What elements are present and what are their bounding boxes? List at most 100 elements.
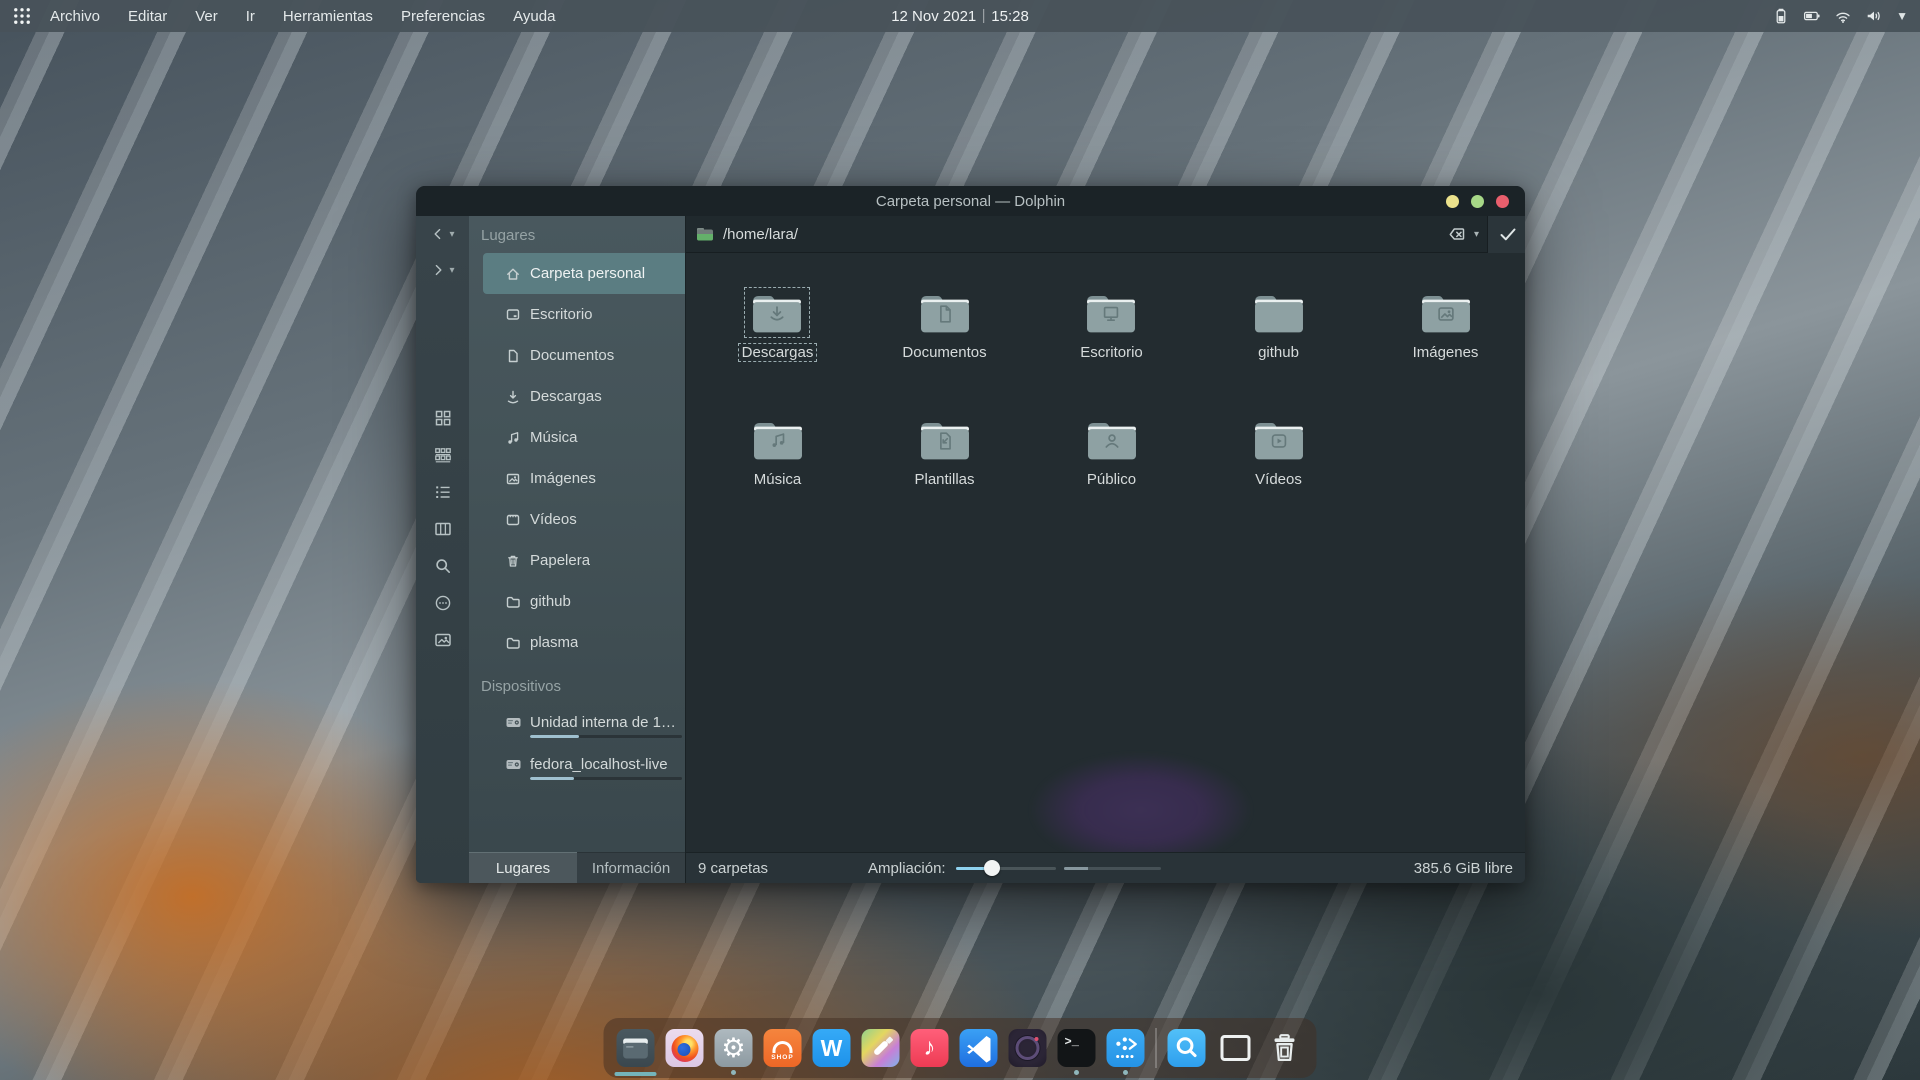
battery-icon[interactable]: [1772, 7, 1790, 25]
keyboard-battery-icon[interactable]: [1803, 7, 1821, 25]
folder-item-documentos[interactable]: Documentos: [899, 289, 989, 361]
dock-item-paint[interactable]: [862, 1029, 900, 1067]
forward-button[interactable]: ▾: [416, 252, 469, 288]
dock-item-music-player[interactable]: ♪: [911, 1029, 949, 1067]
sidebar-item-papelera[interactable]: Papelera: [483, 540, 685, 581]
clock-date: 12 Nov 2021: [891, 8, 976, 25]
forward-history-caret-icon[interactable]: ▾: [449, 265, 454, 276]
download-icon: [505, 389, 521, 405]
sidebar-item-carpeta-personal[interactable]: Carpeta personal: [483, 253, 685, 294]
folder-item-musica[interactable]: Música: [747, 416, 809, 488]
image-icon: [505, 471, 521, 487]
volume-icon[interactable]: [1865, 7, 1883, 25]
image-icon: [1435, 303, 1457, 325]
close-button[interactable]: [1496, 195, 1509, 208]
sidebar-device-fedora-live[interactable]: fedora_localhost-live: [483, 747, 685, 789]
folder-item-videos[interactable]: Vídeos: [1248, 416, 1310, 488]
dock-item-messenger[interactable]: [1107, 1029, 1145, 1067]
sidebar-item-musica[interactable]: Música: [483, 417, 685, 458]
titlebar[interactable]: Carpeta personal — Dolphin: [416, 186, 1525, 216]
paint-brush-icon: [872, 1040, 888, 1056]
location-path[interactable]: /home/lara/: [723, 226, 798, 243]
search-icon[interactable]: [433, 556, 453, 576]
compact-view-icon[interactable]: [433, 445, 453, 465]
location-dropdown-icon[interactable]: ▾: [1474, 229, 1479, 240]
dock-item-show-desktop[interactable]: [1217, 1029, 1255, 1067]
running-indicator: [1074, 1070, 1079, 1075]
dock-item-media-player[interactable]: [1009, 1029, 1047, 1067]
folder-mini-icon: [696, 227, 714, 242]
dock-item-vscode[interactable]: [960, 1029, 998, 1067]
chevron-down-icon[interactable]: ▼: [1896, 9, 1908, 23]
dock-item-terminal[interactable]: >_: [1058, 1029, 1096, 1067]
tab-informacion[interactable]: Información: [577, 852, 685, 883]
more-options-icon[interactable]: [433, 593, 453, 613]
back-history-caret-icon[interactable]: ▾: [449, 229, 454, 240]
menu-ver[interactable]: Ver: [195, 8, 218, 25]
preview-icon[interactable]: [433, 630, 453, 650]
dock-item-file-manager[interactable]: [617, 1029, 655, 1067]
folder-icon: [505, 594, 521, 610]
sidebar-item-descargas[interactable]: Descargas: [483, 376, 685, 417]
folder-item-escritorio[interactable]: Escritorio: [1077, 289, 1146, 361]
clock-time: 15:28: [991, 8, 1029, 25]
dolphin-window: Carpeta personal — Dolphin ▾ ▾: [416, 186, 1525, 883]
split-view-icon[interactable]: [433, 519, 453, 539]
wifi-icon[interactable]: [1834, 7, 1852, 25]
back-button[interactable]: ▾: [416, 216, 469, 252]
sidebar-device-internal-drive[interactable]: Unidad interna de 1…: [483, 705, 685, 747]
folder-item-plantillas[interactable]: Plantillas: [911, 416, 977, 488]
music-icon: [505, 430, 521, 446]
window-controls: [1446, 186, 1509, 216]
minimize-button[interactable]: [1446, 195, 1459, 208]
menu-editar[interactable]: Editar: [128, 8, 167, 25]
dock-item-settings[interactable]: ⚙: [715, 1029, 753, 1067]
dock: ⚙ SHOP W ♪ >_: [604, 1018, 1317, 1078]
folder-item-github[interactable]: github: [1248, 289, 1310, 361]
vscode-icon: [963, 1032, 995, 1064]
dock-item-firefox[interactable]: [666, 1029, 704, 1067]
folder-item-descargas[interactable]: Descargas: [739, 289, 817, 361]
sidebar-item-github[interactable]: github: [483, 581, 685, 622]
icons-view-icon[interactable]: [433, 408, 453, 428]
folder-item-imagenes[interactable]: Imágenes: [1410, 289, 1482, 361]
chevron-right-icon: [430, 262, 446, 278]
details-view-icon[interactable]: [433, 482, 453, 502]
menu-preferencias[interactable]: Preferencias: [401, 8, 485, 25]
places-panel: Lugares Carpeta personal Escritorio Docu…: [469, 216, 686, 883]
clear-location-icon[interactable]: [1446, 224, 1466, 244]
desktop-icon: [1100, 303, 1122, 325]
sidebar-item-imagenes[interactable]: Imágenes: [483, 458, 685, 499]
dock-item-writer[interactable]: W: [813, 1029, 851, 1067]
sidebar-item-plasma[interactable]: plasma: [483, 622, 685, 663]
zoom-slider[interactable]: [956, 860, 1056, 876]
zoom-slider-handle[interactable]: [984, 860, 1000, 876]
hard-drive-icon: [505, 756, 522, 773]
shopping-bag-icon: [773, 1041, 793, 1053]
side-toolbar: ▾ ▾: [416, 216, 469, 883]
folder-item-publico[interactable]: Público: [1081, 416, 1143, 488]
maximize-button[interactable]: [1471, 195, 1484, 208]
dock-item-search[interactable]: [1168, 1029, 1206, 1067]
hard-drive-icon: [505, 714, 522, 731]
free-space-text: 385.6 GiB libre: [1414, 860, 1513, 877]
capacity-bar: [530, 777, 682, 780]
dock-item-shop[interactable]: SHOP: [764, 1029, 802, 1067]
sidebar-item-videos[interactable]: Vídeos: [483, 499, 685, 540]
sidebar-item-escritorio[interactable]: Escritorio: [483, 294, 685, 335]
clock[interactable]: 12 Nov 2021 15:28: [891, 8, 1029, 25]
folder-icon: [1248, 289, 1310, 336]
location-bar[interactable]: /home/lara/ ▾: [686, 216, 1525, 253]
tab-lugares[interactable]: Lugares: [469, 852, 577, 883]
folder-view[interactable]: Descargas Documentos: [686, 253, 1525, 852]
menu-ayuda[interactable]: Ayuda: [513, 8, 555, 25]
dock-item-trash[interactable]: [1266, 1029, 1304, 1067]
sidebar-item-documentos[interactable]: Documentos: [483, 335, 685, 376]
app-grid-icon[interactable]: [12, 6, 32, 26]
menu-ir[interactable]: Ir: [246, 8, 255, 25]
menu-herramientas[interactable]: Herramientas: [283, 8, 373, 25]
show-desktop-icon: [1221, 1035, 1251, 1061]
menu-archivo[interactable]: Archivo: [50, 8, 100, 25]
confirm-location-button[interactable]: [1487, 216, 1525, 253]
folder-icon: [914, 416, 976, 463]
